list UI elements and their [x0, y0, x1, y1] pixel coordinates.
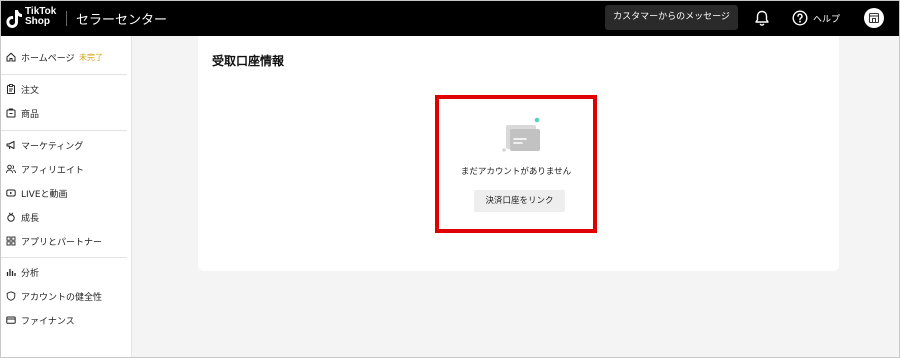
sidebar-item-label: LIVEと動画	[21, 190, 68, 200]
tiktok-logo-icon	[6, 10, 23, 28]
main-content: 受取口座情報 まだアカウントがありません 決済口座をリンク	[132, 36, 899, 357]
logo-text: TikTok Shop	[25, 6, 57, 27]
sidebar-item-growth[interactable]: 成長	[1, 207, 131, 227]
sidebar-item-products[interactable]: 商品	[1, 103, 131, 123]
sidebar-item-label: 注文	[21, 86, 40, 96]
sidebar-item-label: アプリとパートナー	[21, 238, 103, 248]
sidebar-item-label: ホームページ	[21, 54, 75, 64]
affiliate-users-icon	[6, 164, 16, 174]
sidebar-item-analytics[interactable]: 分析	[1, 262, 131, 282]
sidebar-divider	[1, 74, 127, 75]
sidebar-item-label: 成長	[21, 214, 40, 224]
sidebar: ホームページ 未完了 注文 商品 マーケティング アフィリエイト LIVEと動画…	[1, 36, 132, 357]
tiktok-shop-logo[interactable]: TikTok Shop	[5, 7, 61, 31]
home-icon	[6, 52, 16, 62]
sidebar-item-label: 商品	[21, 110, 40, 120]
header-divider	[66, 11, 67, 26]
growth-medal-icon	[7, 212, 15, 222]
product-box-icon	[6, 108, 16, 118]
megaphone-icon	[6, 141, 15, 150]
sidebar-item-orders[interactable]: 注文	[1, 79, 131, 99]
customer-messages-button[interactable]: カスタマーからのメッセージ	[605, 5, 738, 30]
sidebar-item-account-health[interactable]: アカウントの健全性	[1, 286, 131, 306]
sidebar-item-label: マーケティング	[21, 142, 84, 152]
empty-state-message: まだアカウントがありません	[460, 167, 572, 177]
page-title: 受取口座情報	[212, 54, 285, 68]
sidebar-divider	[1, 130, 127, 131]
clipboard-icon	[7, 84, 15, 94]
sidebar-item-affiliate[interactable]: アフィリエイト	[1, 159, 131, 179]
store-icon	[868, 12, 880, 24]
sidebar-item-label: アカウントの健全性	[21, 293, 103, 303]
bar-chart-icon	[6, 269, 16, 276]
apps-grid-icon	[6, 236, 16, 246]
app-title: セラーセンター	[76, 13, 168, 28]
sidebar-item-finance[interactable]: ファイナンス	[1, 310, 131, 330]
help-icon[interactable]	[792, 10, 808, 26]
sidebar-divider	[1, 257, 127, 258]
sidebar-item-apps-partners[interactable]: アプリとパートナー	[1, 231, 131, 251]
store-avatar[interactable]	[864, 8, 884, 28]
sidebar-item-label: アフィリエイト	[21, 166, 84, 176]
link-payment-account-button[interactable]: 決済口座をリンク	[474, 190, 565, 212]
top-bar: TikTok Shop セラーセンター カスタマーからのメッセージ ヘルプ	[1, 1, 899, 36]
payout-account-card: 受取口座情報 まだアカウントがありません 決済口座をリンク	[198, 36, 839, 271]
bell-icon[interactable]	[754, 10, 770, 27]
sidebar-item-home[interactable]: ホームページ 未完了	[1, 47, 131, 67]
sidebar-item-label: ファイナンス	[21, 317, 75, 327]
sidebar-item-marketing[interactable]: マーケティング	[1, 135, 131, 155]
app-window: TikTok Shop セラーセンター カスタマーからのメッセージ ヘルプ ホー…	[0, 0, 900, 358]
finance-card-icon	[6, 316, 16, 324]
sidebar-item-live-video[interactable]: LIVEと動画	[1, 183, 131, 203]
health-shield-icon	[6, 291, 16, 301]
help-label[interactable]: ヘルプ	[813, 12, 840, 25]
live-video-icon	[6, 189, 16, 197]
incomplete-badge: 未完了	[79, 53, 103, 62]
empty-state-highlight: まだアカウントがありません 決済口座をリンク	[435, 95, 597, 233]
sidebar-item-label: 分析	[21, 269, 40, 279]
empty-folder-icon	[502, 117, 540, 152]
